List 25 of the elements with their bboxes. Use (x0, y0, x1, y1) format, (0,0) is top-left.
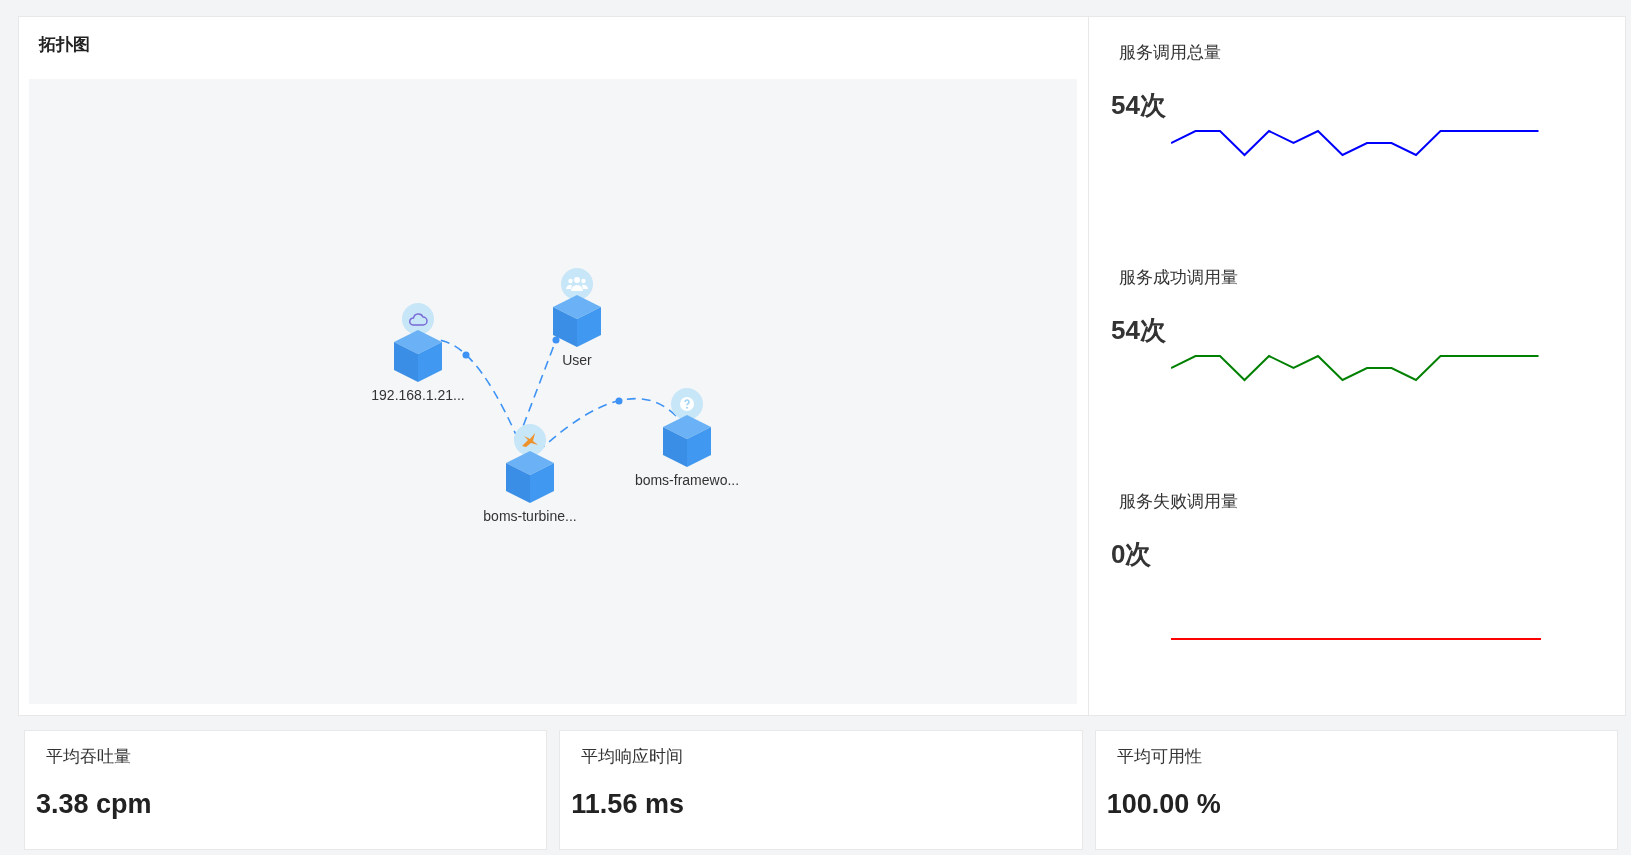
cube-icon[interactable] (662, 414, 712, 468)
cloud-icon (408, 312, 428, 326)
stat-label: 服务成功调用量 (1118, 266, 1239, 289)
cube-icon[interactable] (552, 294, 602, 348)
node-label: boms-turbine... (483, 507, 577, 526)
question-icon (679, 396, 695, 412)
metric-value: 100.00 % (1106, 788, 1222, 821)
metric-label: 平均可用性 (1115, 746, 1203, 768)
cube-icon[interactable] (505, 450, 555, 504)
metric-label: 平均响应时间 (580, 746, 685, 768)
cube-icon[interactable] (393, 329, 443, 383)
node-label: 192.168.1.21... (371, 386, 465, 405)
stat-label: 服务失败调用量 (1118, 491, 1239, 514)
card-title: 拓扑图 (37, 34, 91, 56)
users-icon (566, 276, 588, 292)
metric-value: 3.38 cpm (36, 788, 153, 821)
stat-value: 0次 (1111, 538, 1153, 571)
node-label: User (562, 351, 592, 370)
stat-value: 54次 (1111, 313, 1167, 346)
stat-value: 54次 (1111, 89, 1167, 121)
metric-label: 平均吞吐量 (45, 746, 132, 768)
metric-value: 11.56 ms (571, 788, 685, 821)
node-label: boms-framewo... (634, 471, 740, 490)
stat-label: 服务调用总量 (1118, 42, 1222, 64)
bird-icon (520, 432, 540, 448)
